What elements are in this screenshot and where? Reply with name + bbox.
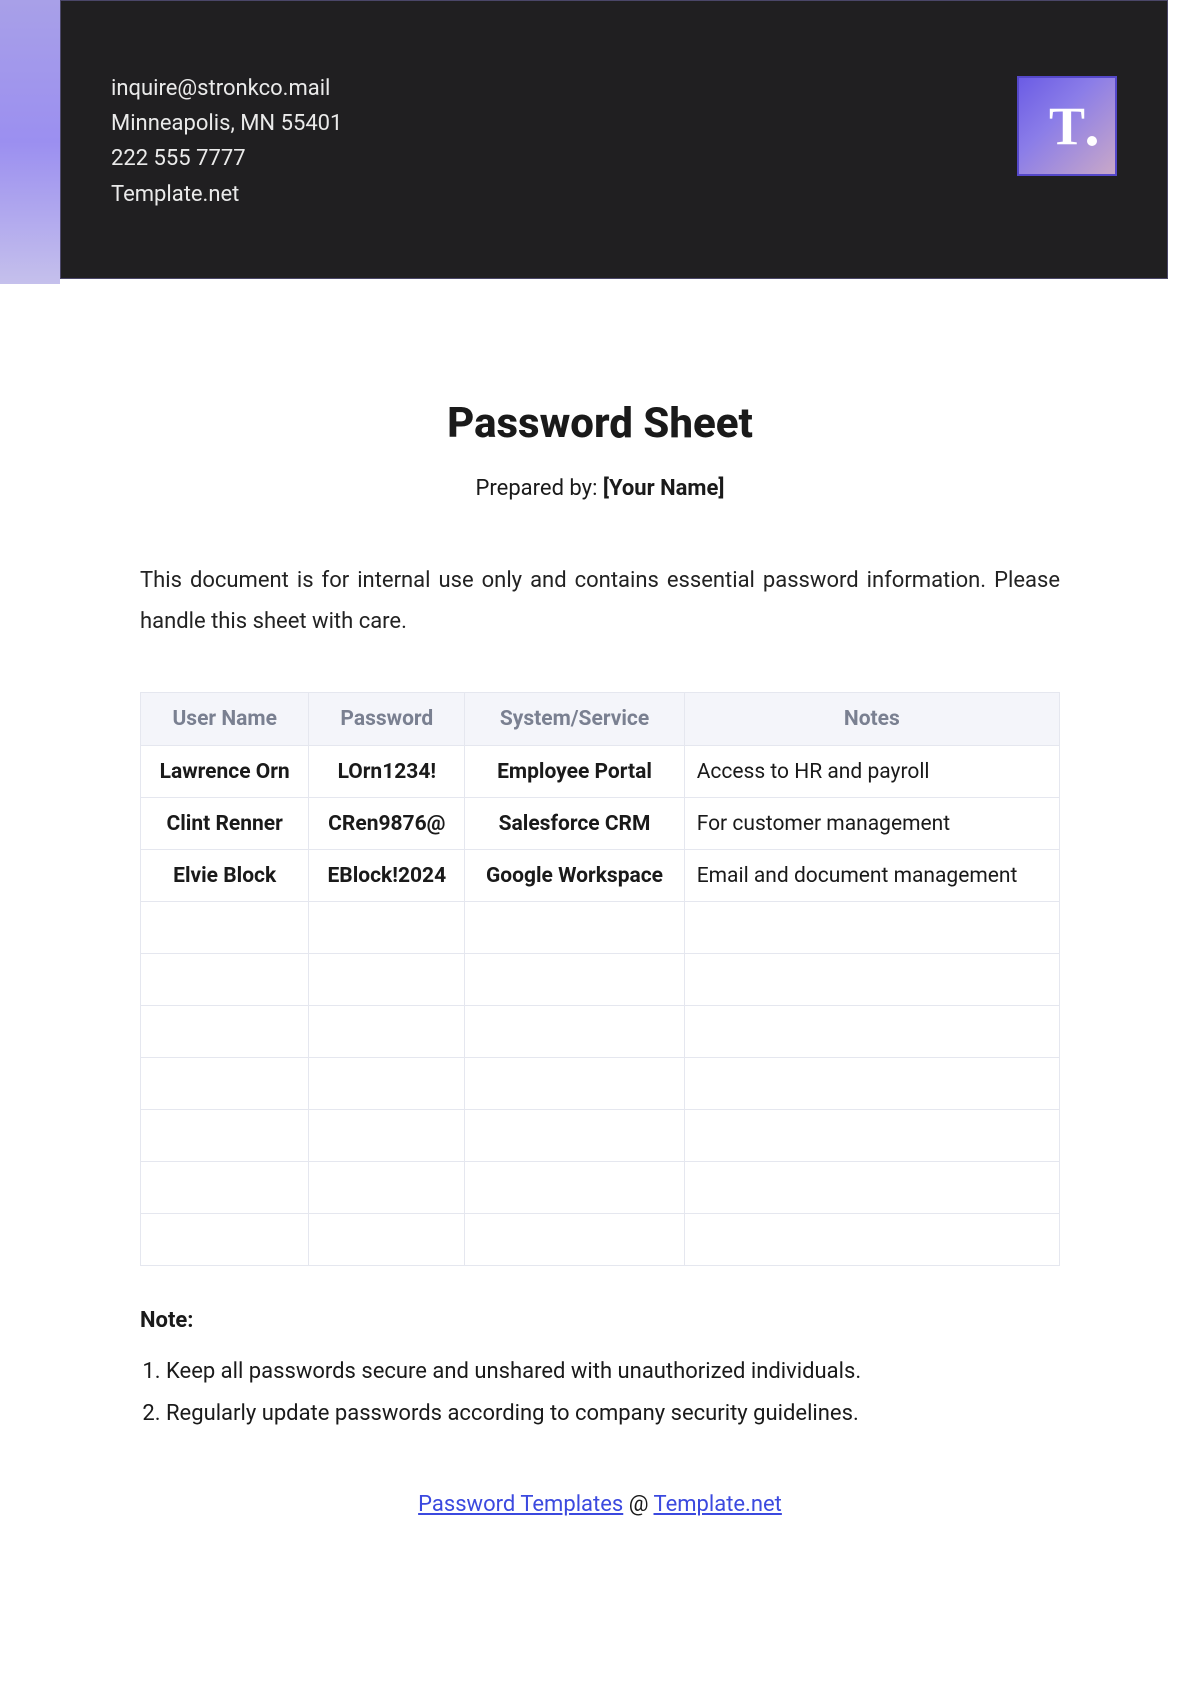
table-header-row: User Name Password System/Service Notes: [141, 693, 1060, 746]
col-password: Password: [309, 693, 465, 746]
cell-user: Lawrence Orn: [141, 746, 309, 798]
document-header: inquire@stronkco.mail Minneapolis, MN 55…: [60, 0, 1168, 279]
header-location: Minneapolis, MN 55401: [111, 106, 342, 141]
table-row-empty: [141, 1162, 1060, 1214]
sidebar-gradient: [0, 0, 60, 284]
logo-letter: T: [1049, 95, 1085, 157]
logo-box: T: [1017, 76, 1117, 176]
table-row-empty: [141, 902, 1060, 954]
table-row-empty: [141, 1006, 1060, 1058]
table-row-empty: [141, 954, 1060, 1006]
cell-password: EBlock!2024: [309, 850, 465, 902]
prepared-name: [Your Name]: [603, 476, 725, 501]
note-item: Regularly update passwords according to …: [166, 1395, 1060, 1432]
cell-notes: Access to HR and payroll: [684, 746, 1059, 798]
prepared-by-line: Prepared by: [Your Name]: [140, 476, 1060, 501]
table-row-empty: [141, 1058, 1060, 1110]
col-user: User Name: [141, 693, 309, 746]
table-row: Elvie BlockEBlock!2024Google WorkspaceEm…: [141, 850, 1060, 902]
document-content: Password Sheet Prepared by: [Your Name] …: [0, 279, 1200, 1557]
cell-user: Elvie Block: [141, 850, 309, 902]
cell-system: Employee Portal: [465, 746, 684, 798]
cell-system: Salesforce CRM: [465, 798, 684, 850]
col-system: System/Service: [465, 693, 684, 746]
notes-list: Keep all passwords secure and unshared w…: [140, 1353, 1060, 1432]
cell-system: Google Workspace: [465, 850, 684, 902]
password-table: User Name Password System/Service Notes …: [140, 692, 1060, 1266]
cell-notes: Email and document management: [684, 850, 1059, 902]
cell-user: Clint Renner: [141, 798, 309, 850]
header-site: Template.net: [111, 177, 342, 212]
table-row-empty: [141, 1214, 1060, 1266]
table-row-empty: [141, 1110, 1060, 1162]
cell-password: CRen9876@: [309, 798, 465, 850]
document-page: inquire@stronkco.mail Minneapolis, MN 55…: [0, 0, 1200, 1696]
footer-link-site[interactable]: Template.net: [654, 1492, 782, 1517]
footer-links: Password Templates @ Template.net: [140, 1492, 1060, 1517]
cell-notes: For customer management: [684, 798, 1059, 850]
intro-paragraph: This document is for internal use only a…: [140, 561, 1060, 642]
header-contact-block: inquire@stronkco.mail Minneapolis, MN 55…: [111, 71, 342, 212]
note-item: Keep all passwords secure and unshared w…: [166, 1353, 1060, 1390]
header-phone: 222 555 7777: [111, 141, 342, 176]
cell-password: LOrn1234!: [309, 746, 465, 798]
page-title: Password Sheet: [140, 399, 1060, 448]
footer-link-templates[interactable]: Password Templates: [418, 1492, 623, 1517]
table-row: Clint RennerCRen9876@Salesforce CRMFor c…: [141, 798, 1060, 850]
logo-dot-icon: [1087, 136, 1097, 146]
prepared-label: Prepared by:: [476, 476, 603, 501]
col-notes: Notes: [684, 693, 1059, 746]
table-row: Lawrence OrnLOrn1234!Employee PortalAcce…: [141, 746, 1060, 798]
footer-at: @: [623, 1492, 653, 1517]
header-email: inquire@stronkco.mail: [111, 71, 342, 106]
note-heading: Note:: [140, 1308, 1060, 1333]
